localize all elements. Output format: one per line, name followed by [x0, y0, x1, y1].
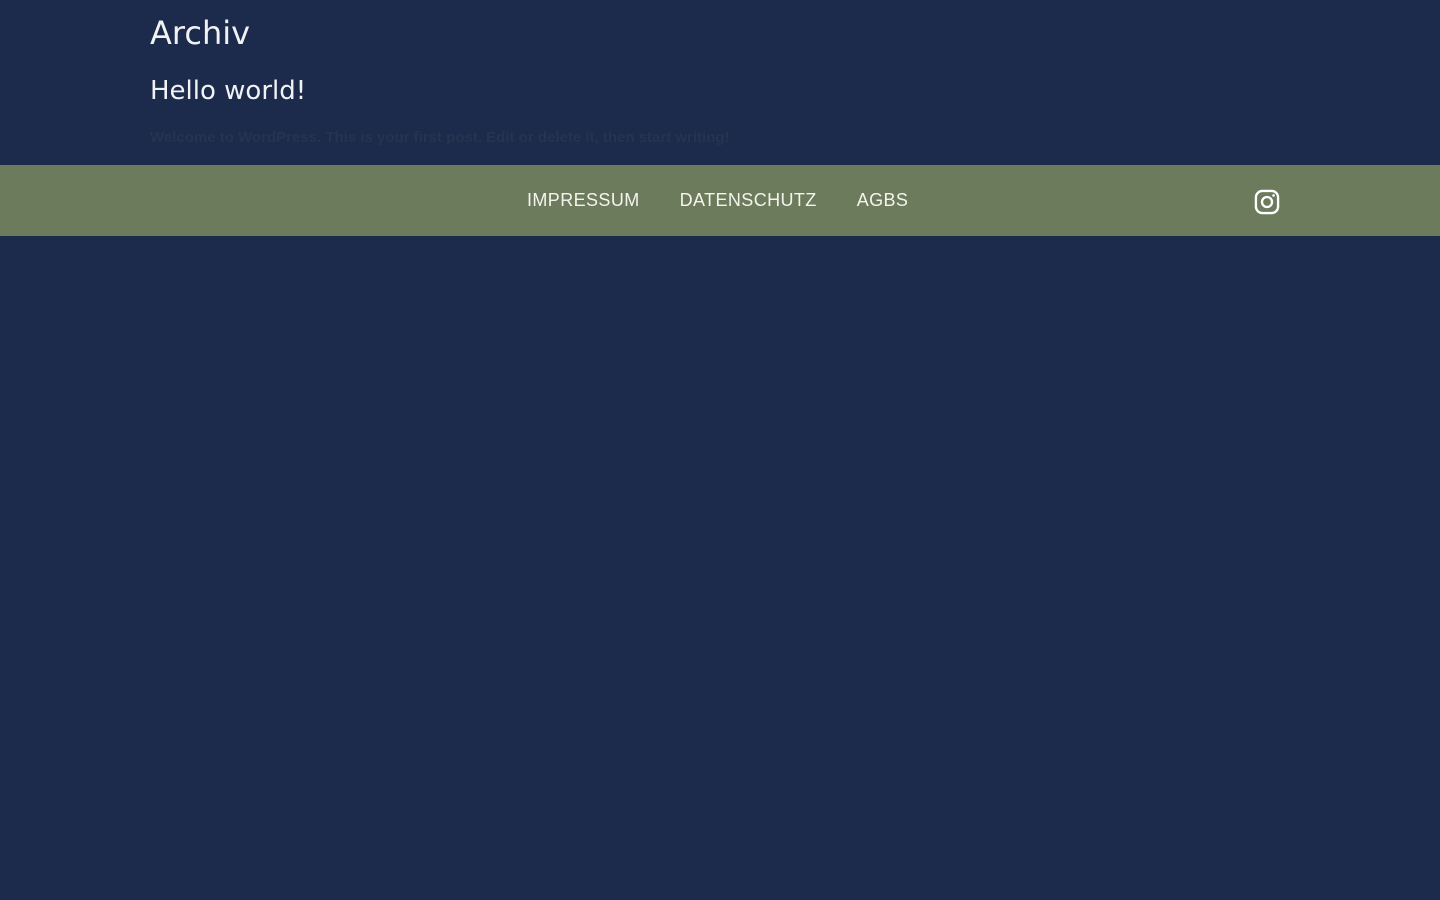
nav-link-impressum[interactable]: IMPRESSUM	[507, 165, 660, 236]
footer-nav: IMPRESSUM DATENSCHUTZ AGBS	[507, 165, 928, 236]
post-title-link[interactable]: Hello world!	[150, 73, 306, 109]
footer-bar: IMPRESSUM DATENSCHUTZ AGBS	[0, 165, 1440, 236]
post-excerpt: Welcome to WordPress. This is your first…	[150, 129, 730, 146]
nav-link-agbs[interactable]: AGBS	[837, 165, 929, 236]
archive-title: Archiv	[150, 14, 251, 52]
instagram-link[interactable]	[1253, 188, 1281, 216]
instagram-icon	[1254, 189, 1280, 215]
nav-link-datenschutz[interactable]: DATENSCHUTZ	[660, 165, 837, 236]
